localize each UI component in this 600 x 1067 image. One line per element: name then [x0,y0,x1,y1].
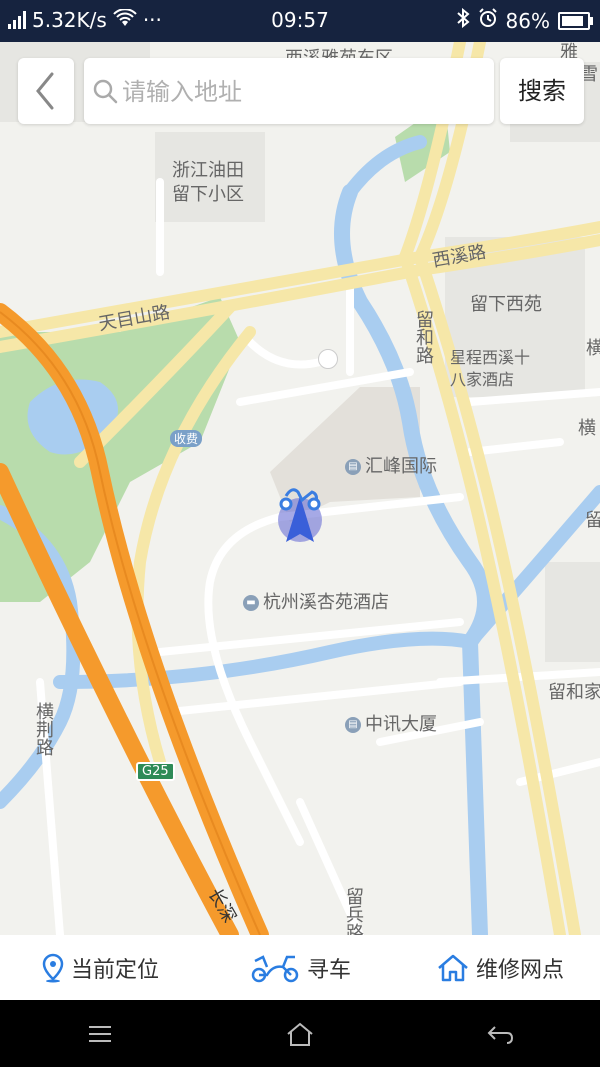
building-icon: ▤ [345,717,361,733]
vehicle-location-marker[interactable] [272,482,328,546]
system-nav-bar [0,1000,600,1067]
map-label-heng2: 横 [578,418,596,439]
tab-repair-shops[interactable]: 维修网点 [400,952,600,984]
map-label-liu: 留 [585,510,600,531]
tab-find-vehicle[interactable]: 寻车 [200,952,400,984]
map-label-liubing-road: 留兵路 [343,887,364,935]
battery-icon [558,11,593,30]
poi-huifeng[interactable]: ▤ 汇峰国际 [345,452,437,478]
toll-badge: 收费 [170,430,203,447]
search-icon [93,79,118,104]
poi-huifeng-label: 汇峰国际 [365,456,437,477]
map-label-hengjing-road: 横荆路 [33,702,54,756]
menu-icon[interactable] [85,1023,115,1045]
map-label-liuxia-xiyuan: 留下西苑 [470,294,542,315]
home-button-icon[interactable] [285,1021,315,1047]
tab-current-location[interactable]: 当前定位 [0,952,200,984]
search-button[interactable]: 搜索 [500,58,584,124]
bottom-toolbar: 当前定位 寻车 维修网点 [0,935,600,1000]
tab-current-location-label: 当前定位 [70,957,159,983]
battery-percent: 86% [505,8,550,33]
map-label-oil-area-line2: 留下小区 [172,184,244,205]
map-label-hotel-line2: 八家酒店 [450,370,515,389]
home-icon [438,954,468,981]
alarm-icon [478,8,498,33]
back-button[interactable] [18,58,74,124]
poi-xixingyuan[interactable]: ▬ 杭州溪杏苑酒店 [243,588,389,614]
scooter-icon [251,954,299,982]
poi-xixingyuan-label: 杭州溪杏苑酒店 [263,592,389,613]
map-label-hotel-line1: 星程西溪十 [450,348,531,367]
search-box[interactable] [84,58,494,126]
chevron-left-icon [36,72,54,110]
address-input[interactable] [120,58,484,126]
map-label-heng1: 横 [586,338,600,359]
map-label-oil-area-line1: 浙江油田 [172,160,244,181]
landmark-icon [318,349,338,369]
bluetooth-icon [456,7,470,33]
back-arrow-icon[interactable] [485,1023,515,1045]
map-view[interactable]: 西溪雅苑东区 雅 雪 浙江油田 留下小区 西溪路 天目山路 留下西苑 留和路 星… [0,42,600,935]
tab-find-vehicle-label: 寻车 [306,957,351,983]
building-icon: ▤ [345,459,361,475]
hotel-icon: ▬ [243,595,259,611]
location-pin-icon [42,953,64,982]
status-bar: 5.32K/s ··· 09:57 86% [0,0,600,42]
map-label-liuhejia: 留和家 [548,682,600,703]
highway-badge: G25 [136,762,175,781]
map-label-liuhe-road: 留和路 [413,310,434,364]
tab-repair-shops-label: 维修网点 [475,957,564,983]
poi-zhongxun-label: 中讯大厦 [365,714,437,735]
poi-zhongxun[interactable]: ▤ 中讯大厦 [345,710,437,736]
